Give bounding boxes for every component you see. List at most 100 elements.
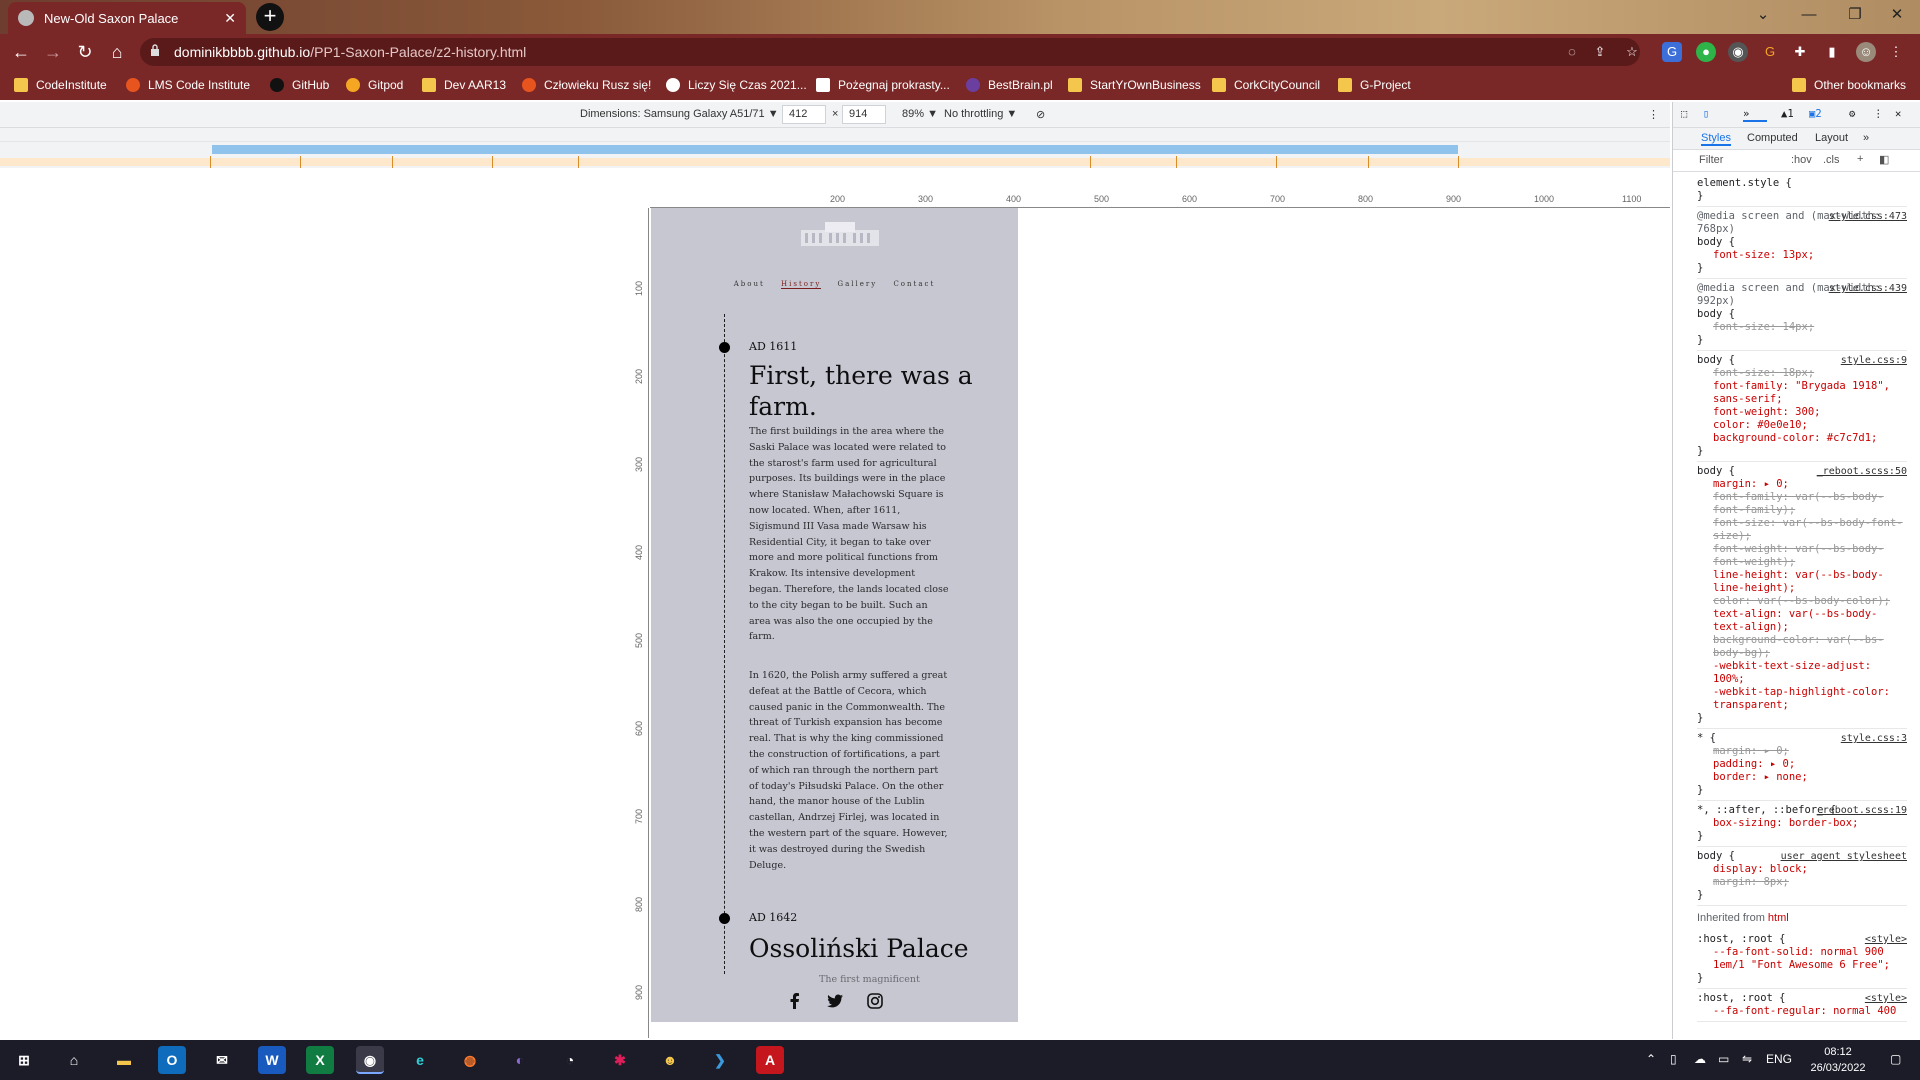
reload-icon[interactable]: ↻ [74, 41, 96, 63]
width-input[interactable]: 412 [782, 105, 826, 124]
css-source-link[interactable]: style.css:439 [1829, 282, 1907, 295]
nav-contact[interactable]: Contact [893, 280, 935, 288]
acrobat-icon[interactable]: A [756, 1046, 784, 1074]
rotate-icon[interactable]: ⊘ [1036, 108, 1045, 121]
extension-gray-icon[interactable]: ◉ [1728, 42, 1748, 62]
device-toolbar-menu-icon[interactable]: ⋮ [1648, 108, 1659, 121]
css-declaration[interactable]: --fa-font-solid: normal 900 1em/1 "Font … [1697, 946, 1907, 972]
css-source-link[interactable]: _reboot.scss:50 [1817, 465, 1907, 478]
css-rule[interactable]: :host, :root {<style> --fa-font-solid: no… [1697, 930, 1907, 989]
browser-tab-active[interactable]: New-Old Saxon Palace ✕ [8, 2, 246, 34]
bookmark-item[interactable]: G-Project [1338, 76, 1411, 94]
css-declaration[interactable]: font-weight: 300; [1697, 406, 1907, 419]
bookmark-item[interactable]: Gitpod [346, 76, 403, 94]
css-declaration[interactable]: background-color: var(--bs-body-bg); [1697, 634, 1907, 660]
css-rule[interactable]: element.style {} [1697, 174, 1907, 207]
hov-toggle[interactable]: :hov [1791, 154, 1812, 166]
css-declaration[interactable]: line-height: var(--bs-body-line-height); [1697, 569, 1907, 595]
device-toggle-icon[interactable]: ▯ [1703, 108, 1709, 120]
issues-counter[interactable]: ▲1 [1781, 108, 1794, 120]
tray-phone-icon[interactable]: ▯ [1670, 1052, 1677, 1066]
tab-more[interactable]: » [1863, 132, 1869, 144]
profile-avatar[interactable]: ☺ [1856, 42, 1876, 62]
css-declaration[interactable]: margin: 8px; [1697, 876, 1907, 889]
tab-search-icon[interactable]: ⌄ [1740, 0, 1786, 30]
media-query-range[interactable] [212, 145, 1458, 154]
css-rule[interactable]: body {_reboot.scss:50 margin: ▸ 0; font-fa… [1697, 462, 1907, 729]
css-rule[interactable]: body {style.css:9 font-size: 18px; font-fa… [1697, 351, 1907, 462]
css-source-link[interactable]: <style> [1865, 992, 1907, 1005]
extensions-puzzle-icon[interactable]: ✚ [1790, 42, 1810, 62]
bookmark-item[interactable]: Człowieku Rusz się! [522, 76, 651, 94]
instagram-icon[interactable] [866, 992, 884, 1010]
system-clock[interactable]: 08:12 26/03/2022 [1796, 1044, 1880, 1076]
vscode-icon[interactable]: ❯ [706, 1046, 734, 1074]
bookmark-item[interactable]: Pożegnaj prokrasty... [816, 76, 950, 94]
speedometer-icon[interactable]: ◔ [556, 1046, 584, 1074]
network-icon[interactable]: ⇋ [1742, 1052, 1752, 1066]
palace-logo-icon[interactable] [795, 218, 885, 250]
eye-off-icon[interactable]: ◌ [1562, 42, 1582, 62]
home-icon[interactable]: ⌂ [60, 1046, 88, 1074]
excel-icon[interactable]: X [306, 1046, 334, 1074]
css-declaration[interactable]: color: var(--bs-body-color); [1697, 595, 1907, 608]
share-icon[interactable]: ⇪ [1590, 42, 1610, 62]
throttling-selector[interactable]: No throttling ▼ [944, 108, 1017, 120]
tab-close-icon[interactable]: ✕ [224, 10, 236, 27]
windows-start-icon[interactable]: ⊞ [10, 1046, 38, 1074]
css-declaration[interactable]: margin: ▸ 0; [1697, 478, 1907, 491]
inspect-element-icon[interactable]: ⬚ [1681, 108, 1687, 120]
css-declaration[interactable]: box-sizing: border-box; [1697, 817, 1907, 830]
css-declaration[interactable]: --fa-font-regular: normal 400 [1697, 1005, 1907, 1018]
bookmark-item[interactable]: LMS Code Institute [126, 76, 250, 94]
chrome-icon[interactable]: ◉ [356, 1046, 384, 1074]
edge-icon[interactable]: e [406, 1046, 434, 1074]
bookmark-item[interactable]: GitHub [270, 76, 329, 94]
css-declaration[interactable]: color: #0e0e10; [1697, 419, 1907, 432]
facebook-icon[interactable] [786, 992, 804, 1010]
css-declaration[interactable]: font-family: var(--bs-body-font-family); [1697, 491, 1907, 517]
window-close-button[interactable]: ✕ [1874, 0, 1920, 30]
new-tab-button[interactable]: + [256, 3, 284, 31]
outlook-icon[interactable]: O [158, 1046, 186, 1074]
add-rule-icon[interactable]: + [1857, 153, 1863, 165]
css-declaration[interactable]: font-size: 14px; [1697, 321, 1907, 334]
css-source-link[interactable]: style.css:3 [1841, 732, 1907, 745]
browser-menu-icon[interactable]: ⋮ [1886, 42, 1906, 62]
css-declaration[interactable]: -webkit-tap-highlight-color: transparent… [1697, 686, 1907, 712]
settings-gear-icon[interactable]: ⚙ [1849, 108, 1855, 120]
css-declaration[interactable]: border: ▸ none; [1697, 771, 1907, 784]
back-arrow-icon[interactable]: ← [10, 41, 32, 63]
nav-gallery[interactable]: Gallery [838, 280, 878, 288]
translate-extension-icon[interactable]: G [1662, 42, 1682, 62]
minimize-button[interactable]: — [1786, 0, 1832, 30]
css-declaration[interactable]: -webkit-text-size-adjust: 100%; [1697, 660, 1907, 686]
bookmark-item[interactable]: BestBrain.pl [966, 76, 1053, 94]
css-declaration[interactable]: margin: ▸ 0; [1697, 745, 1907, 758]
css-declaration[interactable]: text-align: var(--bs-body-text-align); [1697, 608, 1907, 634]
css-source-link[interactable]: style.css:9 [1841, 354, 1907, 367]
css-declaration[interactable]: background-color: #c7c7d1; [1697, 432, 1907, 445]
tab-styles[interactable]: Styles [1701, 132, 1731, 146]
css-rule[interactable]: * {style.css:3 margin: ▸ 0; padding: ▸ 0; b… [1697, 729, 1907, 801]
side-panel-icon[interactable]: ▮ [1822, 42, 1842, 62]
messages-counter[interactable]: ▣2 [1809, 108, 1822, 120]
bookmark-item[interactable]: CorkCityCouncil [1212, 76, 1320, 94]
twitter-icon[interactable] [826, 992, 844, 1010]
extension-green-icon[interactable]: ● [1696, 42, 1716, 62]
address-bar[interactable]: dominikbbbb.github.io/PP1-Saxon-Palace/z… [140, 38, 1640, 66]
css-declaration[interactable]: display: block; [1697, 863, 1907, 876]
notifications-icon[interactable]: ▢ [1890, 1052, 1901, 1066]
more-panels-icon[interactable]: » [1743, 108, 1767, 122]
bookmark-item[interactable]: Liczy Się Czas 2021... [666, 76, 807, 94]
toggle-sidebar-icon[interactable]: ◧ [1879, 153, 1889, 166]
styles-filter-input[interactable]: Filter [1699, 154, 1723, 166]
css-declaration[interactable]: font-size: 13px; [1697, 249, 1907, 262]
tray-chevron-icon[interactable]: ⌃ [1646, 1052, 1656, 1066]
file-explorer-icon[interactable]: ▬ [110, 1046, 138, 1074]
emoji-app-icon[interactable]: ☻ [656, 1046, 684, 1074]
height-input[interactable]: 914 [842, 105, 886, 124]
forward-arrow-icon[interactable]: → [42, 41, 64, 63]
github-desktop-icon[interactable]: ◐ [506, 1046, 534, 1074]
css-declaration[interactable]: font-size: 18px; [1697, 367, 1907, 380]
